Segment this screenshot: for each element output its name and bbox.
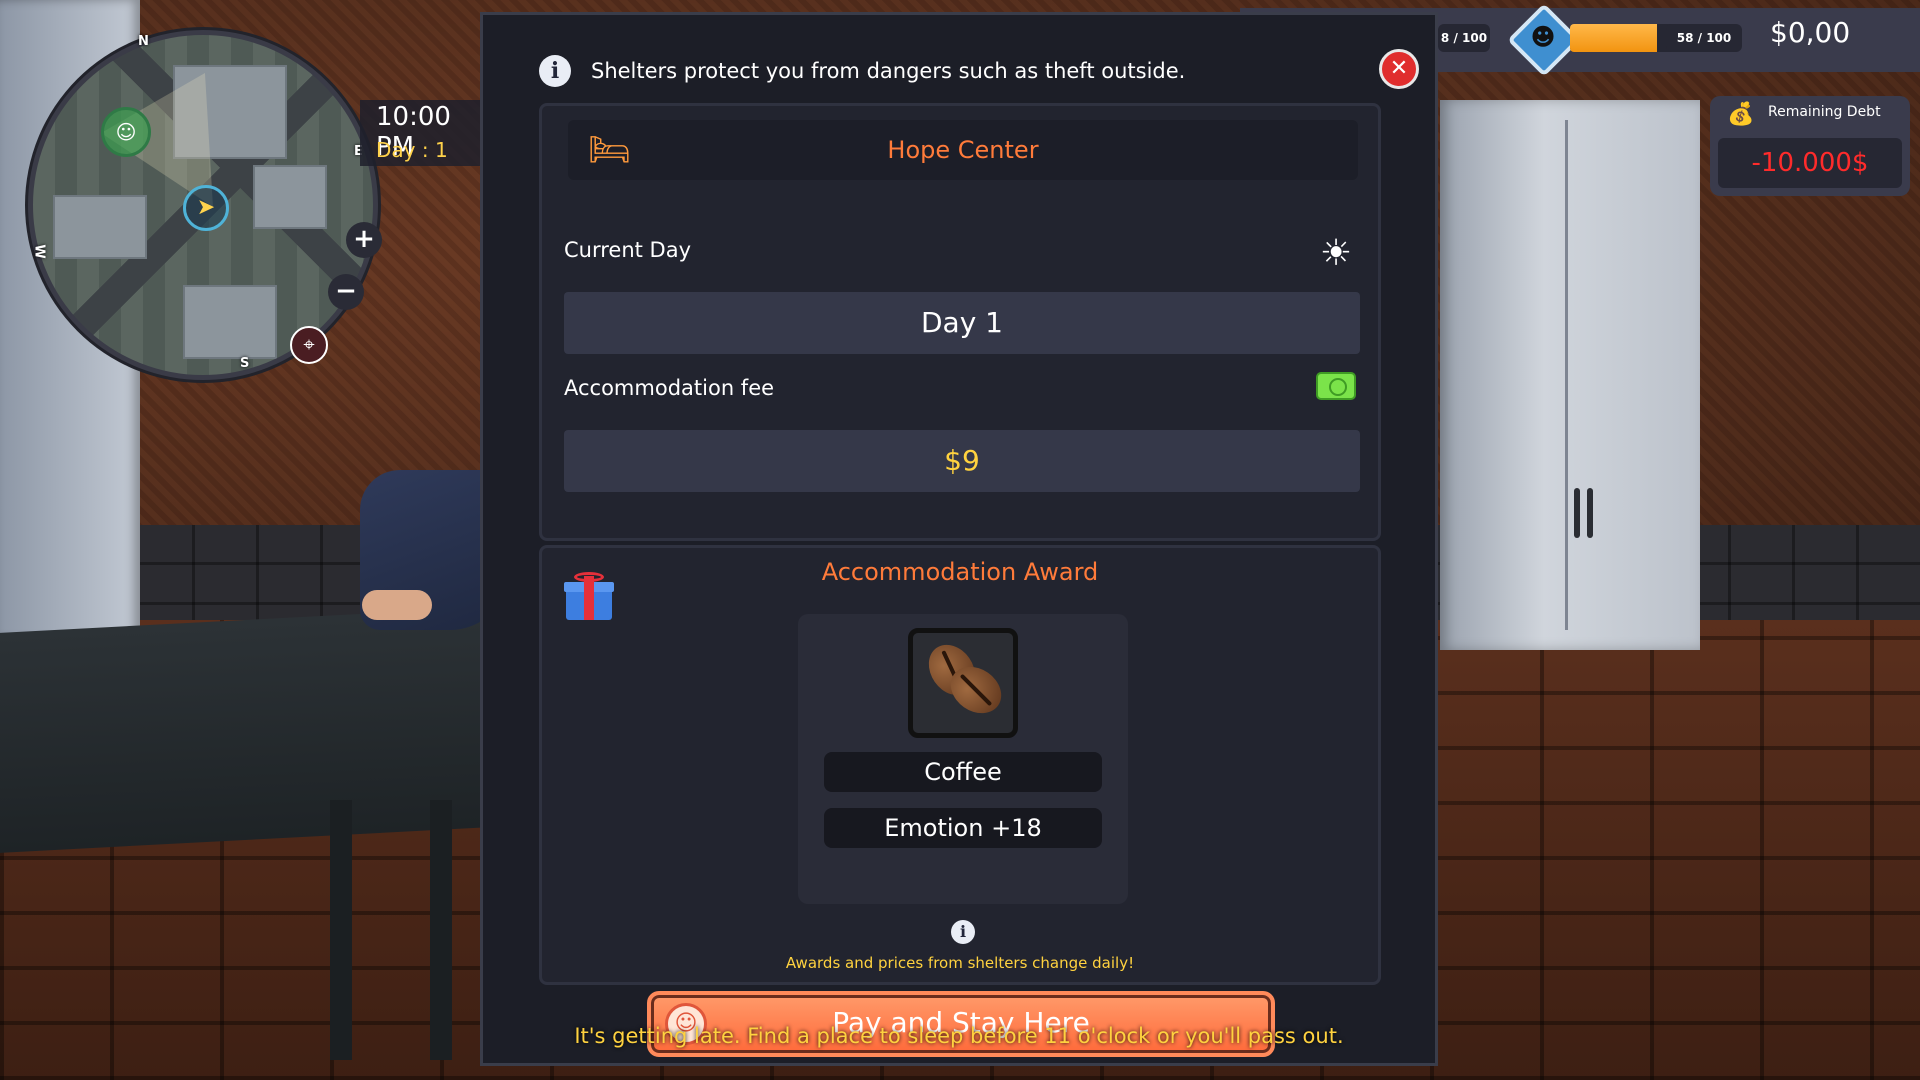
remaining-debt-panel: 💰 Remaining Debt -10.000$ xyxy=(1710,96,1910,196)
zoom-in-button[interactable]: + xyxy=(346,222,382,258)
award-item-effect: Emotion +18 xyxy=(824,808,1102,848)
shelter-name: Hope Center xyxy=(887,136,1039,164)
gift-icon xyxy=(564,572,614,622)
current-day-label: Current Day xyxy=(564,238,692,262)
fee-value: $9 xyxy=(564,430,1360,492)
wardrobe-handle xyxy=(1587,488,1593,538)
table-leg xyxy=(430,800,452,1060)
award-card: Accommodation Award Coffee Emotion +18 i… xyxy=(539,545,1381,985)
emotion-face-icon: ☻ xyxy=(1530,23,1556,51)
emotion-value: 58 / 100 xyxy=(1666,24,1742,52)
map-building xyxy=(183,285,277,359)
info-icon: i xyxy=(951,920,975,944)
stat-counter: 8 / 100 xyxy=(1438,24,1490,52)
player-arrow-icon: ➤ xyxy=(183,185,229,231)
shelter-header: 🛏 Hope Center xyxy=(568,120,1358,180)
recenter-icon[interactable]: ⌖ xyxy=(290,326,328,364)
money-display: $0,00 xyxy=(1770,16,1851,49)
zoom-out-button[interactable]: − xyxy=(328,274,364,310)
compass-w: W xyxy=(31,244,47,259)
wardrobe-handle xyxy=(1574,488,1580,538)
money-bag-icon: 💰 xyxy=(1727,102,1755,127)
info-row: i Shelters protect you from dangers such… xyxy=(539,51,1185,91)
compass-s: S xyxy=(240,356,250,371)
award-item-name: Coffee xyxy=(824,752,1102,792)
shelter-info-card: 🛏 Hope Center Current Day ☀ Day 1 Accomm… xyxy=(539,103,1381,541)
table xyxy=(0,607,490,853)
close-icon[interactable]: ✕ xyxy=(1379,49,1419,89)
minimap[interactable]: ☺ ➤ xyxy=(28,30,378,380)
sun-icon: ☀ xyxy=(1319,233,1353,274)
info-text: Shelters protect you from dangers such a… xyxy=(591,59,1186,83)
coffee-beans-icon xyxy=(908,628,1018,738)
info-icon: i xyxy=(539,55,571,87)
map-building xyxy=(53,195,147,259)
fee-label: Accommodation fee xyxy=(564,376,775,400)
award-note: Awards and prices from shelters change d… xyxy=(785,954,1135,972)
character-hand xyxy=(362,590,432,620)
table-leg xyxy=(330,800,352,1060)
current-day-value: Day 1 xyxy=(564,292,1360,354)
wardrobe-right xyxy=(1440,100,1700,650)
shelter-marker-icon[interactable]: ☺ xyxy=(101,107,151,157)
debt-label: Remaining Debt xyxy=(1768,104,1881,120)
cash-icon xyxy=(1316,372,1356,400)
award-title: Accommodation Award xyxy=(821,558,1099,586)
debt-value: -10.000$ xyxy=(1718,138,1902,188)
clock-panel: 10:00 PM Day : 1 xyxy=(360,100,480,166)
compass-n: N xyxy=(138,34,149,49)
shelter-modal: i Shelters protect you from dangers such… xyxy=(480,12,1438,1066)
day-display: Day : 1 xyxy=(376,138,448,162)
award-item-panel: Coffee Emotion +18 xyxy=(798,614,1128,904)
late-warning: It's getting late. Find a place to sleep… xyxy=(574,1024,1344,1048)
emotion-bar-fill xyxy=(1570,24,1657,52)
